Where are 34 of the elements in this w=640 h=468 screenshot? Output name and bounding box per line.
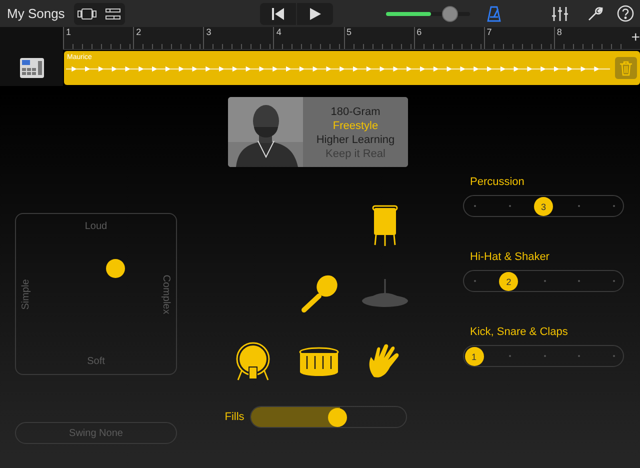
fills-label: Fills (224, 411, 244, 423)
floor-tom-icon[interactable] (372, 205, 398, 247)
step-slider[interactable]: 3 (463, 195, 624, 217)
pad-label: Complex (160, 274, 172, 314)
maraca-icon[interactable] (299, 274, 339, 314)
snare-drum-icon[interactable] (299, 347, 339, 377)
help-icon[interactable] (617, 5, 634, 22)
kick-drum-icon[interactable] (236, 342, 270, 382)
slider-knob[interactable]: 2 (499, 272, 518, 291)
group-label: Kick, Snare & Claps (470, 326, 569, 340)
pad-label: Loud (84, 221, 108, 232)
group-label: Hi-Hat & Shaker (470, 251, 550, 265)
slider-knob[interactable]: 1 (464, 347, 484, 366)
step-slider[interactable]: 2 (463, 270, 624, 292)
group-label: Percussion (470, 176, 526, 190)
volume-slider[interactable] (386, 6, 470, 22)
slider-knob[interactable]: 3 (534, 197, 553, 216)
pad-label: Simple (20, 278, 32, 310)
bar-number: 3 (203, 27, 274, 49)
bar-number: 7 (484, 27, 554, 49)
fills-slider[interactable] (250, 406, 408, 428)
my-songs-button[interactable]: My Songs (7, 6, 74, 21)
metronome-icon[interactable] (487, 6, 501, 22)
pad-label: Soft (86, 356, 106, 367)
bar-number: 8 (554, 27, 624, 49)
pad-puck[interactable] (106, 258, 125, 278)
bar-number: 6 (414, 27, 484, 49)
add-section-button[interactable]: + (631, 29, 640, 46)
drum-machine-icon[interactable] (18, 56, 44, 80)
mixer-icon[interactable] (551, 6, 569, 22)
step-slider[interactable]: 1 (463, 345, 624, 367)
bar-number: 1 (63, 27, 134, 49)
bar-number: 2 (133, 27, 204, 49)
bar-number: 5 (344, 27, 414, 49)
